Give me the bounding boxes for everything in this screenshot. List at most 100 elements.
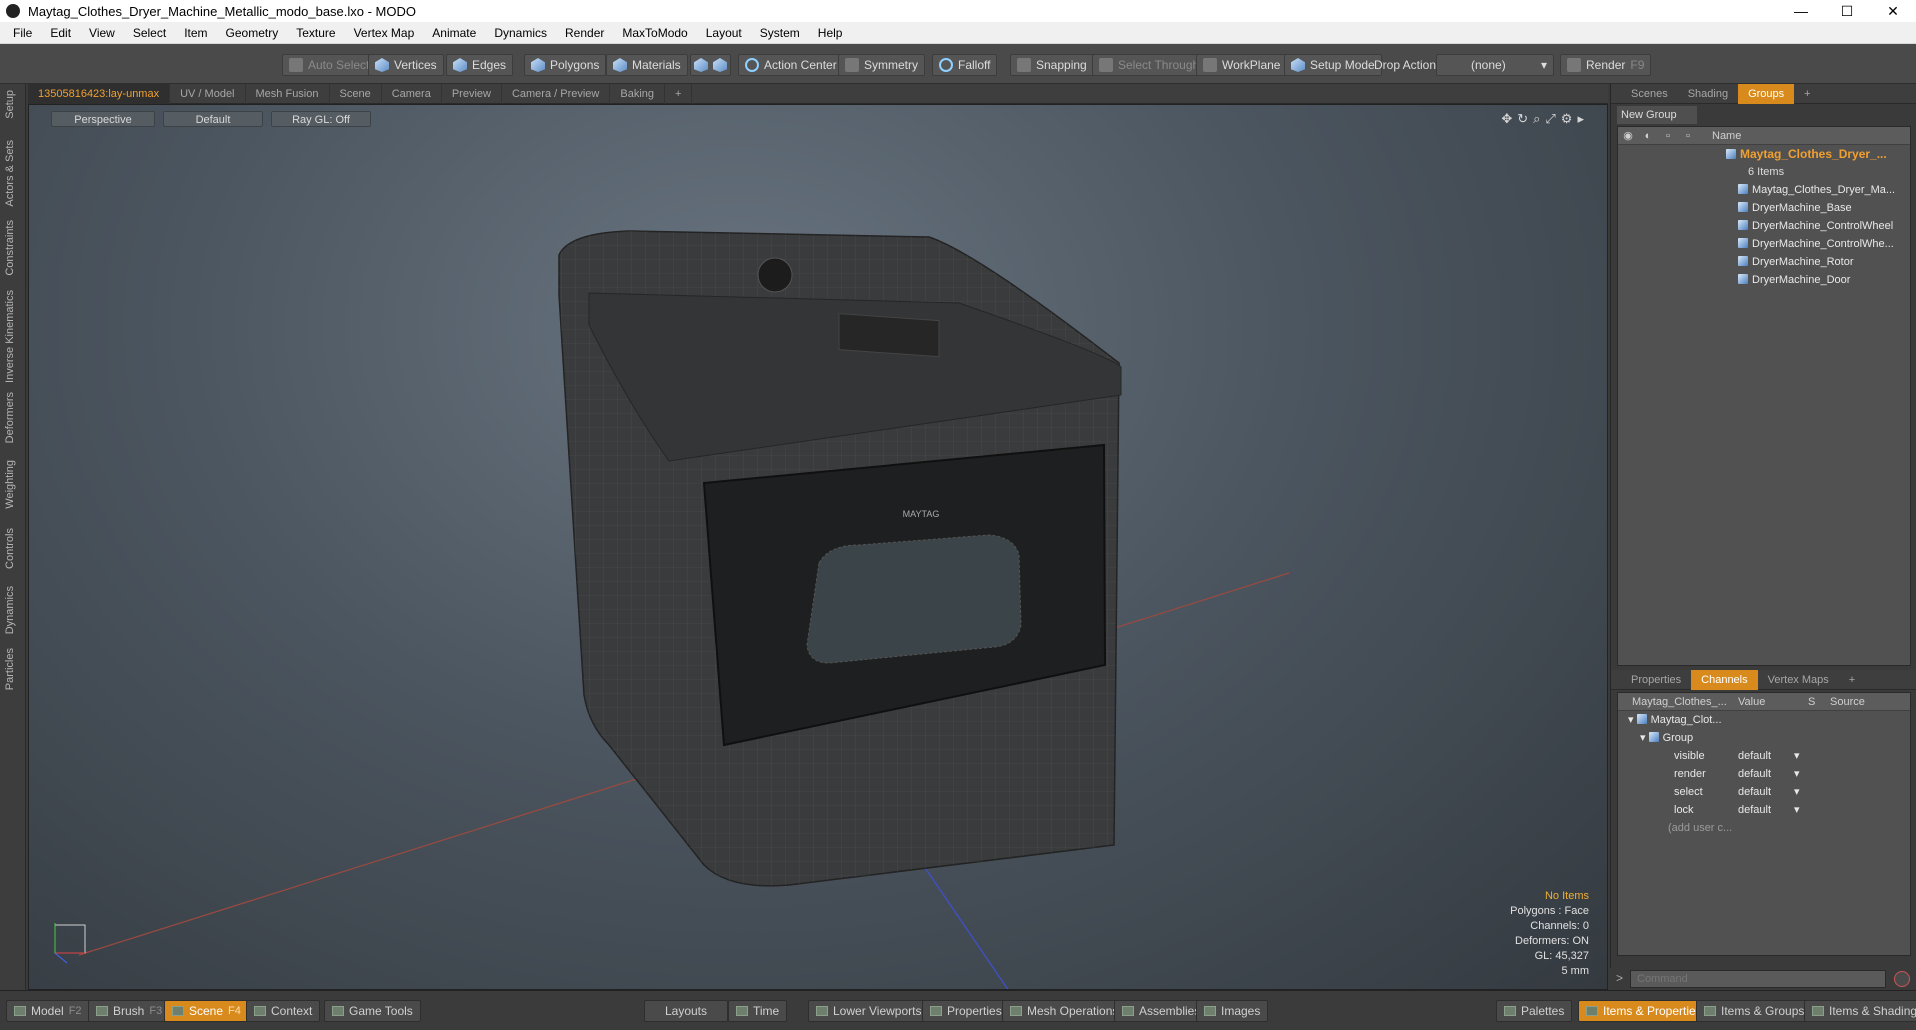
add-props-tab-button[interactable]: + <box>1839 670 1865 690</box>
group-root-row[interactable]: Maytag_Clothes_Dryer_... <box>1618 145 1910 163</box>
group-item-row[interactable]: DryerMachine_Rotor <box>1618 253 1910 271</box>
group-item-row[interactable]: Maytag_Clothes_Dryer_Ma... <box>1618 181 1910 199</box>
menu-file[interactable]: File <box>4 26 41 40</box>
action-center-button[interactable]: Action Center <box>738 54 844 76</box>
tab-channels[interactable]: Channels <box>1691 669 1758 690</box>
tab-shading[interactable]: Shading <box>1678 84 1738 104</box>
new-group-button[interactable]: New Group <box>1617 106 1697 124</box>
lower-viewports-button[interactable]: Lower Viewports <box>808 1000 930 1022</box>
menu-render[interactable]: Render <box>556 26 613 40</box>
brush-layout-button[interactable]: Brush F3 <box>88 1000 171 1022</box>
auto-select-button[interactable]: Auto Select <box>282 54 377 76</box>
tab-actors-sets[interactable]: Actors & Sets <box>4 140 16 207</box>
minimize-button[interactable]: — <box>1778 3 1824 19</box>
menu-system[interactable]: System <box>751 26 809 40</box>
snapping-button[interactable]: Snapping <box>1010 54 1094 76</box>
tab-particles[interactable]: Particles <box>4 648 16 690</box>
mesh-operations-button[interactable]: Mesh Operations <box>1002 1000 1127 1022</box>
palettes-button[interactable]: Palettes <box>1496 1000 1573 1022</box>
menu-vertex-map[interactable]: Vertex Map <box>345 26 424 40</box>
layouts-button[interactable]: Layouts <box>644 1000 728 1022</box>
select-column-icon[interactable]: ▫ <box>1678 130 1698 142</box>
tab-properties[interactable]: Properties <box>1621 670 1691 690</box>
tab-preview[interactable]: Preview <box>442 83 502 104</box>
group-item-row[interactable]: DryerMachine_ControlWhe... <box>1618 235 1910 253</box>
lock-column-icon[interactable]: ▫ <box>1658 130 1678 142</box>
falloff-button[interactable]: Falloff <box>932 54 998 76</box>
visibility-column-icon[interactable]: ◉ <box>1618 129 1638 142</box>
tab-setup[interactable]: Setup <box>4 90 16 119</box>
tab-uv-model[interactable]: UV / Model <box>170 83 246 104</box>
tab-controls[interactable]: Controls <box>4 528 16 569</box>
menu-animate[interactable]: Animate <box>423 26 485 40</box>
items-shading-button[interactable]: Items & Shading <box>1804 1000 1916 1022</box>
chevron-down-icon[interactable]: ▾ <box>1794 783 1800 801</box>
tab-camera[interactable]: Camera <box>382 83 442 104</box>
3d-viewport[interactable]: Perspective Default Ray GL: Off ✥↻⌕⤢⚙▸ M… <box>28 104 1608 990</box>
menu-dynamics[interactable]: Dynamics <box>485 26 556 40</box>
add-scene-tab-button[interactable]: + <box>1794 84 1820 104</box>
tab-deformers[interactable]: Deformers <box>4 392 16 443</box>
time-button[interactable]: Time <box>728 1000 788 1022</box>
chevron-down-icon[interactable]: ▾ <box>1794 747 1800 765</box>
menu-texture[interactable]: Texture <box>287 26 344 40</box>
images-button[interactable]: Images <box>1196 1000 1269 1022</box>
render-column-icon[interactable]: ◐ <box>1638 130 1658 142</box>
workplane-button[interactable]: WorkPlane <box>1196 54 1288 76</box>
group-item-row[interactable]: DryerMachine_Base <box>1618 199 1910 217</box>
materials-button[interactable]: Materials <box>606 54 688 76</box>
items-properties-button[interactable]: Items & Properties <box>1578 1000 1710 1022</box>
menu-view[interactable]: View <box>80 26 124 40</box>
edges-button[interactable]: Edges <box>446 54 514 76</box>
drop-action-select[interactable]: (none) ▾ <box>1436 54 1554 76</box>
model-layout-button[interactable]: Model F2 <box>6 1000 90 1022</box>
command-input[interactable] <box>1630 970 1886 988</box>
setup-mode-button[interactable]: Setup Mode <box>1284 54 1382 76</box>
tab-scene[interactable]: Scene <box>330 83 382 104</box>
item-mode-button[interactable] <box>690 54 731 76</box>
tab-camera-preview[interactable]: Camera / Preview <box>502 83 611 104</box>
channel-root-row[interactable]: ▾ Maytag_Clot... <box>1618 711 1910 729</box>
menu-item[interactable]: Item <box>175 26 216 40</box>
add-user-channel[interactable]: (add user c... <box>1618 819 1910 837</box>
maximize-button[interactable]: ☐ <box>1824 3 1870 20</box>
tab-scenes[interactable]: Scenes <box>1621 84 1678 104</box>
properties-button[interactable]: Properties <box>922 1000 1010 1022</box>
menu-help[interactable]: Help <box>809 26 852 40</box>
tab-vertex-maps[interactable]: Vertex Maps <box>1758 670 1839 690</box>
context-button[interactable]: Context <box>246 1000 321 1022</box>
channel-row[interactable]: lock default ▾ <box>1618 801 1910 819</box>
vertices-button[interactable]: Vertices <box>368 54 444 76</box>
tab-dynamics[interactable]: Dynamics <box>4 586 16 634</box>
record-icon[interactable] <box>1894 971 1910 987</box>
tab-weighting[interactable]: Weighting <box>4 460 16 509</box>
menu-layout[interactable]: Layout <box>697 26 751 40</box>
game-tools-button[interactable]: Game Tools <box>324 1000 421 1022</box>
select-through-button[interactable]: Select Through <box>1092 54 1207 76</box>
polygons-button[interactable]: Polygons <box>524 54 607 76</box>
channel-row[interactable]: render default ▾ <box>1618 765 1910 783</box>
chevron-down-icon[interactable]: ▾ <box>1794 801 1800 819</box>
channel-row[interactable]: visible default ▾ <box>1618 747 1910 765</box>
add-tab-button[interactable]: + <box>665 83 693 104</box>
render-button[interactable]: Render F9 <box>1560 54 1652 76</box>
assemblies-button[interactable]: Assemblies <box>1114 1000 1209 1022</box>
menu-edit[interactable]: Edit <box>41 26 80 40</box>
close-button[interactable]: ✕ <box>1870 3 1916 20</box>
tab-inverse-kinematics[interactable]: Inverse Kinematics <box>4 290 16 383</box>
group-item-row[interactable]: DryerMachine_ControlWheel <box>1618 217 1910 235</box>
menu-maxtomodo[interactable]: MaxToModo <box>613 26 696 40</box>
chevron-down-icon[interactable]: ▾ <box>1794 765 1800 783</box>
tab-layout-unmax[interactable]: 13505816423:lay-unmax <box>28 83 171 104</box>
symmetry-button[interactable]: Symmetry <box>838 54 925 76</box>
channel-row[interactable]: select default ▾ <box>1618 783 1910 801</box>
items-groups-button[interactable]: Items & Groups <box>1696 1000 1813 1022</box>
tab-groups[interactable]: Groups <box>1738 83 1795 104</box>
tab-constraints[interactable]: Constraints <box>4 220 16 276</box>
tab-mesh-fusion[interactable]: Mesh Fusion <box>246 83 330 104</box>
tab-baking[interactable]: Baking <box>610 83 666 104</box>
menu-select[interactable]: Select <box>124 26 175 40</box>
group-item-row[interactable]: DryerMachine_Door <box>1618 271 1910 289</box>
scene-layout-button[interactable]: Scene F4 <box>164 1000 249 1022</box>
channel-group-row[interactable]: ▾ Group <box>1618 729 1910 747</box>
